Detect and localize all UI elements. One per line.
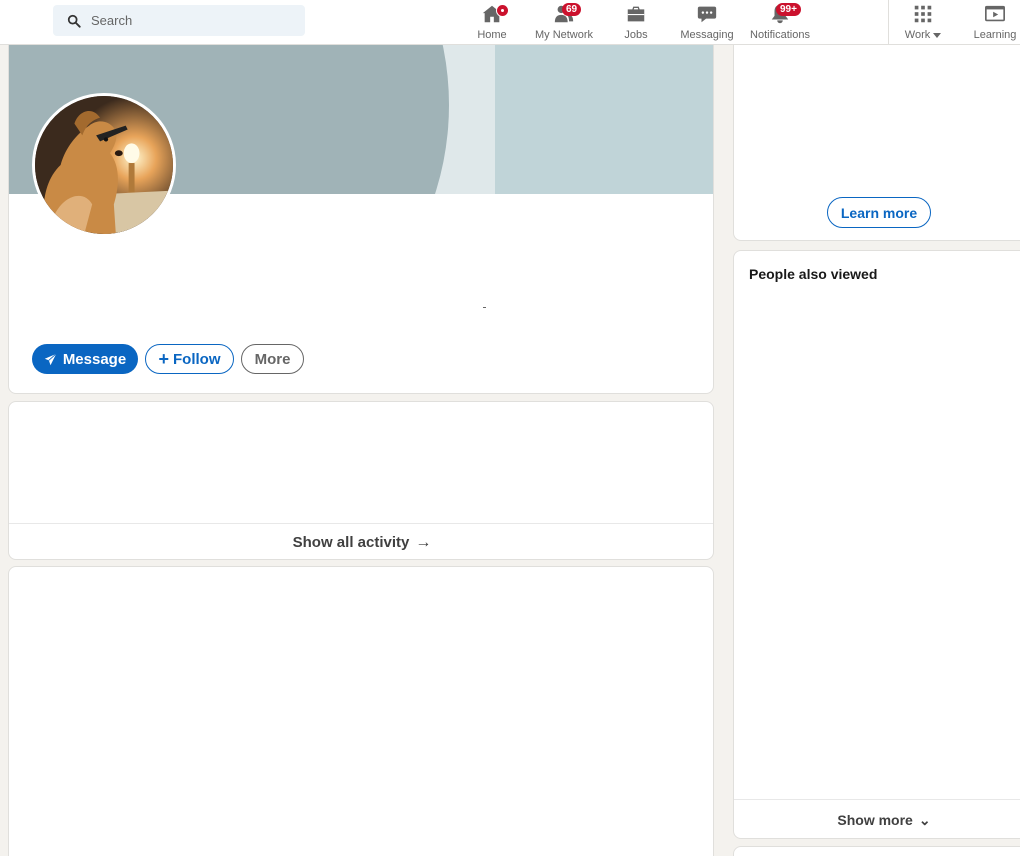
- top-nav: Home 69 My Network Jobs Messaging 99+ No…: [0, 0, 1020, 45]
- notification-dot: [496, 4, 509, 17]
- chevron-down-icon: ⌄: [918, 811, 931, 828]
- play-icon: [983, 2, 1007, 26]
- network-badge: 69: [562, 3, 582, 16]
- arrow-right-icon: →: [415, 533, 432, 551]
- show-more-label: Show more: [837, 812, 913, 828]
- nav-messaging[interactable]: Messaging: [676, 0, 738, 45]
- sidebar-card: [733, 846, 1020, 856]
- more-button[interactable]: More: [241, 344, 304, 374]
- message-button[interactable]: Message: [32, 344, 138, 374]
- search-input[interactable]: [91, 13, 291, 28]
- home-icon: [480, 2, 509, 26]
- nav-divider: [888, 0, 889, 45]
- show-all-activity-button[interactable]: Show all activity →: [9, 523, 713, 559]
- bell-icon: 99+: [768, 2, 801, 26]
- show-all-activity-label: Show all activity: [292, 534, 410, 551]
- nav-jobs-label: Jobs: [624, 29, 648, 41]
- notifications-badge: 99+: [776, 3, 801, 16]
- learn-more-button[interactable]: Learn more: [827, 197, 931, 228]
- briefcase-icon: [624, 2, 648, 26]
- nav-learning-label: Learning: [973, 29, 1017, 41]
- nav-work[interactable]: Work: [900, 0, 946, 45]
- chat-icon: [695, 2, 719, 26]
- nav-notifications-label: Notifications: [750, 29, 810, 41]
- grid-icon: [911, 2, 935, 26]
- avatar-image: [35, 96, 173, 234]
- nav-my-network[interactable]: 69 My Network: [530, 0, 598, 45]
- learn-more-label: Learn more: [840, 204, 918, 221]
- people-also-viewed-card: People also viewed Show more ⌄: [733, 250, 1020, 839]
- show-more-button[interactable]: Show more ⌄: [734, 799, 1020, 838]
- caret-down-icon: [933, 32, 942, 38]
- nav-my-network-label: My Network: [534, 29, 594, 41]
- nav-home[interactable]: Home: [472, 0, 512, 45]
- promo-card: Learn more: [733, 44, 1020, 241]
- plus-icon: +: [158, 349, 169, 369]
- tiny-mark: [483, 307, 486, 308]
- follow-label: Follow: [173, 350, 221, 368]
- nav-work-wrap: Work: [904, 29, 942, 41]
- nav-work-label: Work: [904, 29, 931, 41]
- activity-card: Show all activity →: [8, 401, 714, 560]
- message-label: Message: [62, 350, 127, 368]
- search-box[interactable]: [53, 5, 305, 36]
- send-icon: [44, 353, 57, 365]
- nav-messaging-label: Messaging: [680, 29, 734, 41]
- nav-home-label: Home: [477, 29, 507, 41]
- people-also-viewed-title: People also viewed: [749, 266, 878, 282]
- profile-card: Message + Follow More: [8, 44, 714, 394]
- section-card: [8, 566, 714, 856]
- people-icon: 69: [552, 2, 582, 26]
- more-label: More: [254, 350, 291, 368]
- nav-notifications[interactable]: 99+ Notifications: [744, 0, 816, 45]
- nav-learning[interactable]: Learning: [970, 0, 1020, 45]
- search-icon: [67, 14, 81, 28]
- avatar[interactable]: [32, 93, 176, 237]
- follow-button[interactable]: + Follow: [145, 344, 234, 374]
- nav-jobs[interactable]: Jobs: [618, 0, 654, 45]
